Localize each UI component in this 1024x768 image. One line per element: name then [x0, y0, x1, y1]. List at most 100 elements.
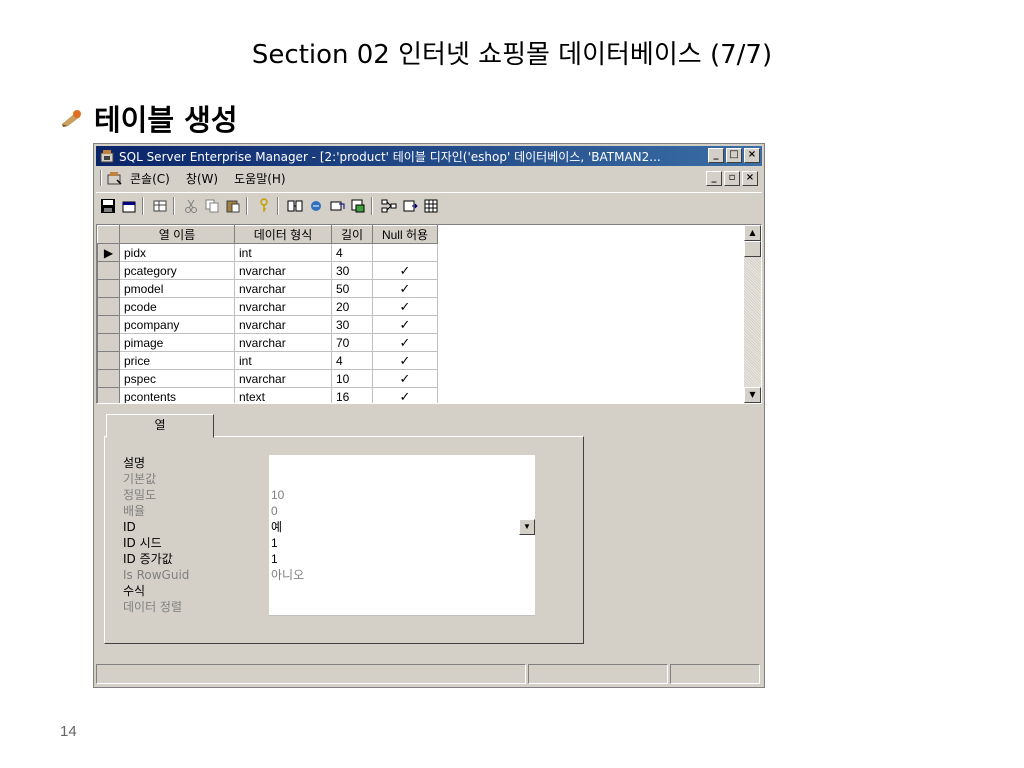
mdi-restore-button[interactable]: ▫ [724, 171, 740, 186]
table-row[interactable]: ▶ pidx int 4 [97, 243, 438, 262]
cell-null[interactable]: ✓ [372, 351, 438, 370]
menu-console[interactable]: 콘솔(C) [130, 170, 170, 187]
key-icon[interactable] [255, 197, 273, 215]
prop-value-is-rowguid[interactable]: 아니오 [269, 567, 535, 584]
cell-length[interactable]: 30 [331, 315, 373, 334]
cell-type[interactable]: nvarchar [234, 261, 332, 280]
row-selector[interactable] [97, 297, 120, 316]
table-row[interactable]: pcontents ntext 16 ✓ [97, 387, 438, 403]
relationships-icon[interactable] [286, 197, 304, 215]
scroll-down-icon[interactable]: ▼ [744, 387, 761, 403]
table-row[interactable]: pmodel nvarchar 50 ✓ [97, 279, 438, 298]
cell-type[interactable]: int [234, 351, 332, 370]
mdi-minimize-button[interactable]: _ [706, 171, 722, 186]
dependencies-icon[interactable] [380, 197, 398, 215]
row-selector[interactable] [97, 261, 120, 280]
prop-label-collation: 데이터 정렬 [123, 600, 183, 614]
prop-value-collation[interactable] [269, 599, 535, 616]
copy-icon[interactable] [203, 197, 221, 215]
save-icon[interactable] [99, 197, 117, 215]
chevron-down-icon[interactable]: ▼ [519, 519, 535, 535]
row-selector[interactable]: ▶ [97, 243, 120, 262]
table-icon[interactable] [151, 197, 169, 215]
row-selector[interactable] [97, 387, 120, 403]
cell-name[interactable]: pimage [119, 333, 235, 352]
menu-help[interactable]: 도움말(H) [234, 170, 286, 187]
table-row[interactable]: pcode nvarchar 20 ✓ [97, 297, 438, 316]
cell-type[interactable]: int [234, 243, 332, 262]
script-icon[interactable] [401, 197, 419, 215]
cell-name[interactable]: price [119, 351, 235, 370]
properties-icon[interactable] [120, 197, 138, 215]
close-button[interactable]: × [744, 148, 760, 163]
cut-icon[interactable] [182, 197, 200, 215]
grid-icon[interactable] [422, 197, 440, 215]
cell-length[interactable]: 16 [331, 387, 373, 403]
cell-name[interactable]: pidx [119, 243, 235, 262]
triggers-icon[interactable] [349, 197, 367, 215]
cell-name[interactable]: pcategory [119, 261, 235, 280]
prop-value-identity-increment[interactable]: 1 [269, 551, 535, 568]
cell-length[interactable]: 30 [331, 261, 373, 280]
cell-name[interactable]: pcompany [119, 315, 235, 334]
header-length[interactable]: 길이 [331, 225, 373, 244]
tab-columns[interactable]: 열 [106, 414, 214, 438]
prop-value-formula[interactable] [269, 583, 535, 600]
index-icon[interactable] [307, 197, 325, 215]
header-data-type[interactable]: 데이터 형식 [234, 225, 332, 244]
cell-null[interactable]: ✓ [372, 297, 438, 316]
cell-length[interactable]: 10 [331, 369, 373, 388]
mdi-close-button[interactable]: × [742, 171, 758, 186]
cell-type[interactable]: nvarchar [234, 369, 332, 388]
prop-value-scale[interactable]: 0 [269, 503, 535, 520]
scroll-thumb[interactable] [744, 241, 761, 257]
prop-value-identity-seed[interactable]: 1 [269, 535, 535, 552]
console-window-icon[interactable] [106, 170, 122, 186]
row-selector[interactable] [97, 369, 120, 388]
scroll-up-icon[interactable]: ▲ [744, 225, 761, 241]
table-row[interactable]: pcompany nvarchar 30 ✓ [97, 315, 438, 334]
cell-type[interactable]: nvarchar [234, 333, 332, 352]
title-bar[interactable]: SQL Server Enterprise Manager - [2:'prod… [96, 146, 762, 166]
cell-length[interactable]: 20 [331, 297, 373, 316]
cell-null[interactable]: ✓ [372, 315, 438, 334]
table-row[interactable]: price int 4 ✓ [97, 351, 438, 370]
prop-value-identity[interactable]: 예 ▼ [269, 519, 535, 536]
prop-value-precision[interactable]: 10 [269, 487, 535, 504]
cell-null[interactable]: ✓ [372, 387, 438, 403]
row-selector[interactable] [97, 279, 120, 298]
maximize-button[interactable]: □ [726, 148, 742, 163]
table-row[interactable]: pcategory nvarchar 30 ✓ [97, 261, 438, 280]
menu-window[interactable]: 창(W) [186, 170, 218, 187]
cell-type[interactable]: nvarchar [234, 315, 332, 334]
minimize-button[interactable]: _ [708, 148, 724, 163]
row-selector[interactable] [97, 351, 120, 370]
cell-type[interactable]: nvarchar [234, 279, 332, 298]
cell-name[interactable]: pcode [119, 297, 235, 316]
paste-icon[interactable] [224, 197, 242, 215]
cell-name[interactable]: pcontents [119, 387, 235, 403]
row-selector[interactable] [97, 315, 120, 334]
prop-value-description[interactable] [269, 455, 535, 472]
constraints-icon[interactable] [328, 197, 346, 215]
cell-length[interactable]: 50 [331, 279, 373, 298]
table-row[interactable]: pspec nvarchar 10 ✓ [97, 369, 438, 388]
cell-length[interactable]: 70 [331, 333, 373, 352]
header-allow-null[interactable]: Null 허용 [372, 225, 438, 244]
cell-null[interactable]: ✓ [372, 369, 438, 388]
table-row[interactable]: pimage nvarchar 70 ✓ [97, 333, 438, 352]
prop-value-default[interactable] [269, 471, 535, 488]
cell-null[interactable]: ✓ [372, 333, 438, 352]
cell-type[interactable]: nvarchar [234, 297, 332, 316]
cell-name[interactable]: pspec [119, 369, 235, 388]
cell-length[interactable]: 4 [331, 243, 373, 262]
header-column-name[interactable]: 열 이름 [119, 225, 235, 244]
vertical-scrollbar[interactable]: ▲ ▼ [744, 225, 761, 403]
cell-type[interactable]: ntext [234, 387, 332, 403]
row-selector[interactable] [97, 333, 120, 352]
cell-length[interactable]: 4 [331, 351, 373, 370]
cell-null[interactable]: ✓ [372, 261, 438, 280]
cell-name[interactable]: pmodel [119, 279, 235, 298]
cell-null[interactable] [372, 243, 438, 262]
cell-null[interactable]: ✓ [372, 279, 438, 298]
